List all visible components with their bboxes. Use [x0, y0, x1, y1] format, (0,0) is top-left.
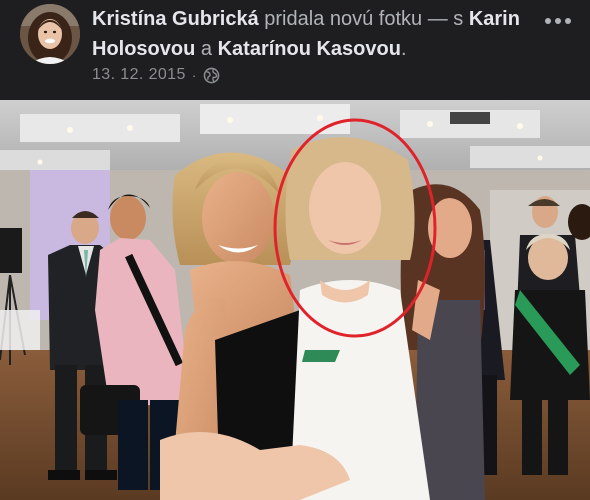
facebook-post: Kristína Gubrická pridala novú fotku — s… [0, 0, 590, 500]
post-headline: Kristína Gubrická pridala novú fotku — s… [92, 4, 532, 64]
author-avatar[interactable] [20, 4, 80, 64]
post-date-link[interactable]: 13. 12. 2015 [92, 66, 186, 84]
post-meta: 13. 12. 2015 · [92, 64, 220, 86]
more-options-icon[interactable] [538, 8, 578, 34]
tagged-person-link-2[interactable]: Katarínou Kasovou [218, 38, 401, 60]
post-photo[interactable] [0, 100, 590, 500]
globe-icon[interactable] [203, 67, 220, 84]
action-text: pridala novú fotku — s [258, 8, 469, 30]
author-name-link[interactable]: Kristína Gubrická [92, 8, 259, 30]
end-punctuation: . [400, 38, 407, 60]
meta-separator: · [191, 67, 197, 83]
post-header: Kristína Gubrická pridala novú fotku — s… [0, 0, 590, 100]
conjunction-text: a [195, 38, 218, 60]
